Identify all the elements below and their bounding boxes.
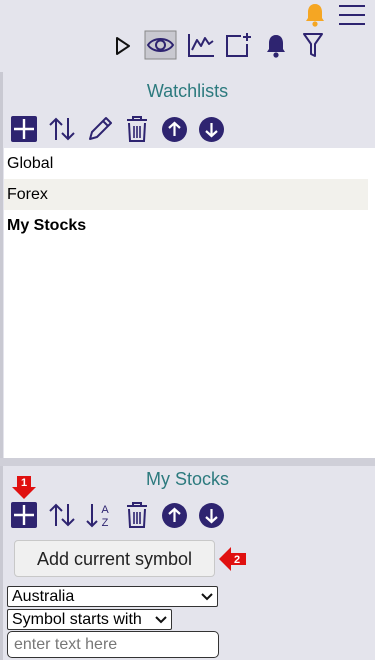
- delete-watchlist-button[interactable]: [125, 115, 149, 143]
- sort-az-icon[interactable]: A Z: [86, 501, 114, 529]
- match-mode-select[interactable]: Symbol starts with: [7, 609, 172, 630]
- watchlist-item-global[interactable]: Global: [4, 148, 368, 179]
- svg-text:A: A: [101, 504, 109, 516]
- svg-text:Z: Z: [102, 517, 109, 529]
- delete-symbol-button[interactable]: [125, 501, 149, 529]
- hamburger-menu-icon[interactable]: [339, 4, 365, 26]
- chevron-down-icon: [155, 615, 167, 624]
- symbols-panel-title: My Stocks: [145, 469, 229, 489]
- chart-icon[interactable]: [187, 32, 215, 58]
- symbol-search-input[interactable]: [7, 631, 219, 658]
- watchlists-list: Global Forex My Stocks: [4, 148, 375, 458]
- play-icon[interactable]: [115, 36, 131, 56]
- move-symbol-down-button[interactable]: [199, 503, 224, 528]
- watchlist-item-my-stocks[interactable]: My Stocks: [4, 210, 368, 241]
- eye-icon[interactable]: [144, 30, 177, 60]
- callout-marker-1-number: 1: [21, 477, 27, 489]
- panel-splitter[interactable]: [0, 458, 375, 466]
- callout-marker-2: 2: [219, 545, 247, 573]
- callout-marker-1: 1: [11, 476, 37, 500]
- add-symbol-button[interactable]: [11, 502, 37, 528]
- move-watchlist-up-button[interactable]: [162, 117, 187, 142]
- country-select-value: Australia: [12, 587, 75, 605]
- country-select[interactable]: Australia: [7, 586, 218, 607]
- move-symbol-up-button[interactable]: [162, 503, 187, 528]
- watchlist-item-label: Global: [7, 155, 54, 172]
- callout-marker-2-number: 2: [234, 554, 240, 566]
- sort-symbols-button[interactable]: [48, 502, 76, 528]
- watchlist-item-label: My Stocks: [7, 217, 87, 234]
- match-mode-select-value: Symbol starts with: [12, 610, 142, 628]
- bell-icon[interactable]: [265, 33, 287, 59]
- add-current-symbol-button[interactable]: Add current symbol: [14, 540, 215, 577]
- watchlists-title: Watchlists: [146, 81, 229, 101]
- alert-bell-icon[interactable]: [304, 2, 326, 28]
- edit-watchlist-button[interactable]: [86, 115, 114, 143]
- add-watchlist-button[interactable]: [11, 116, 37, 142]
- move-watchlist-down-button[interactable]: [199, 117, 224, 142]
- watchlist-item-label: Forex: [7, 186, 48, 203]
- watchlist-item-forex[interactable]: Forex: [4, 179, 368, 210]
- chevron-down-icon: [201, 592, 213, 601]
- new-window-icon[interactable]: [225, 32, 253, 58]
- filter-icon[interactable]: [302, 32, 324, 58]
- sort-watchlists-button[interactable]: [48, 116, 76, 142]
